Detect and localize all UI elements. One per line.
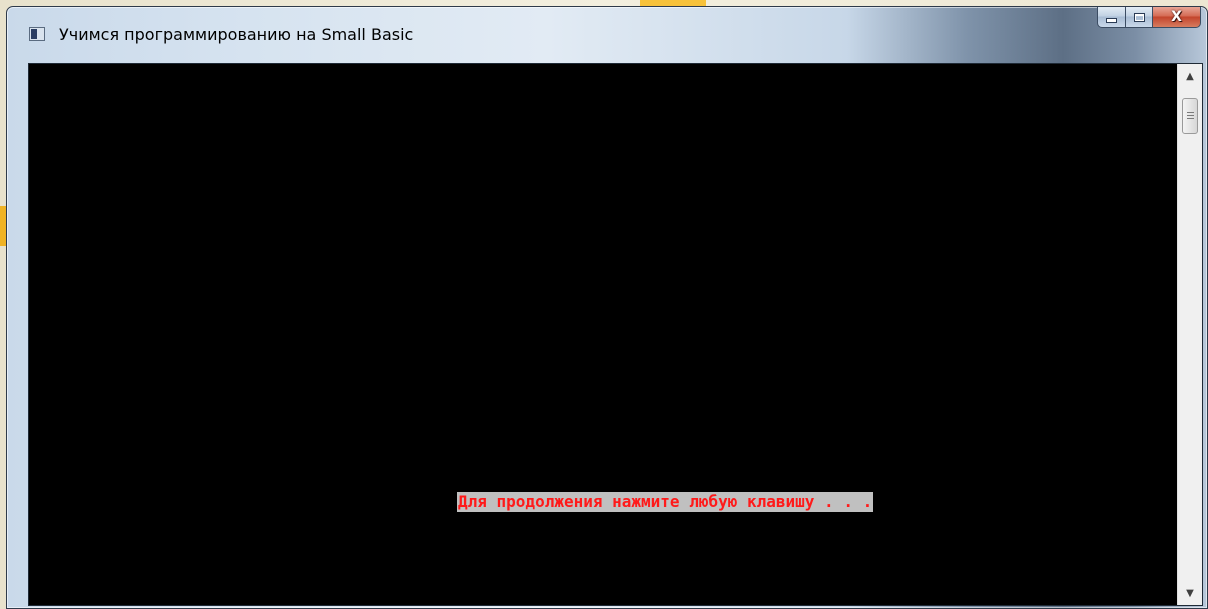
scrollbar-thumb[interactable] [1182, 98, 1198, 134]
close-button[interactable]: X [1153, 7, 1201, 28]
close-icon: X [1171, 9, 1182, 25]
title-bar[interactable]: Учимся программированию на Small Basic [7, 7, 1207, 63]
vertical-scrollbar[interactable]: ▲ ▼ [1177, 64, 1202, 605]
maximize-icon [1133, 12, 1145, 22]
maximize-button[interactable] [1126, 7, 1153, 28]
minimize-button[interactable] [1097, 7, 1126, 28]
console-output[interactable]: Для продолжения нажмите любую клавишу . … [29, 64, 1177, 605]
caption-buttons: X [1097, 7, 1201, 28]
grip-icon [1186, 111, 1194, 121]
console-app-icon[interactable] [29, 27, 45, 41]
scroll-up-arrow-icon[interactable]: ▲ [1178, 64, 1202, 88]
console-client-area: Для продолжения нажмите любую клавишу . … [28, 63, 1203, 606]
console-window[interactable]: Учимся программированию на Small Basic X… [6, 6, 1208, 609]
window-title: Учимся программированию на Small Basic [59, 25, 414, 44]
continue-prompt: Для продолжения нажмите любую клавишу . … [457, 492, 874, 512]
minimize-icon [1106, 17, 1117, 23]
scroll-down-arrow-icon[interactable]: ▼ [1178, 581, 1202, 605]
